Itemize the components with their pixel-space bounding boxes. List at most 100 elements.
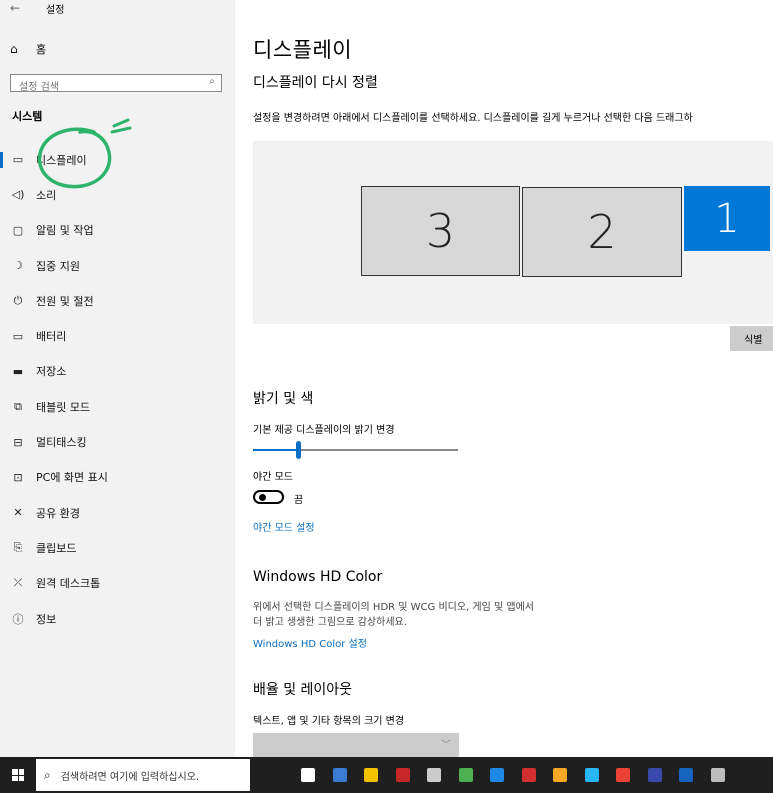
monitor-2[interactable]: 2 (522, 187, 682, 277)
rearrange-description: 설정을 변경하려면 아래에서 디스플레이를 선택하세요. 디스플레이를 길게 누… (253, 113, 693, 124)
home-icon: ⌂ (10, 42, 18, 56)
power-icon: ⏻ (13, 293, 23, 307)
sidebar-item-battery[interactable]: ▭ 배터리 (0, 318, 235, 353)
page-title: 디스플레이 (253, 38, 353, 62)
utorrent-icon[interactable] (454, 763, 478, 787)
brightness-slider-thumb[interactable] (296, 441, 301, 459)
pinned-app-red-icon-glyph (395, 768, 410, 782)
tablet-icon: ⧉ (14, 399, 22, 413)
info-icon: ⓘ (12, 612, 24, 626)
pinned-app-flag-icon-glyph (521, 768, 536, 782)
hd-color-settings-link[interactable]: Windows HD Color 설정 (253, 635, 367, 650)
settings-search-input[interactable] (11, 79, 205, 96)
command-prompt-icon-glyph (427, 768, 441, 782)
moon-icon: ☽ (13, 259, 23, 273)
media-player-icon[interactable] (548, 763, 572, 787)
media-player-icon-glyph (553, 768, 567, 782)
windows-logo-icon (12, 769, 24, 781)
pinned-app-flag-icon[interactable] (517, 763, 541, 787)
sidebar-item-label: 전원 및 절전 (36, 294, 94, 308)
sidebar-item-label: 클립보드 (36, 541, 77, 555)
night-mode-toggle[interactable] (253, 490, 284, 504)
project-icon: ⊡ (13, 470, 23, 484)
brightness-label: 기본 제공 디스플레이의 밝기 변경 (253, 425, 395, 436)
sidebar-item-label: 알림 및 작업 (36, 224, 94, 238)
shared-experiences-icon: ✕ (13, 506, 23, 520)
battery-icon: ▭ (12, 329, 24, 343)
sidebar-item-label: 원격 데스크톱 (36, 577, 101, 591)
scale-dropdown[interactable]: ﹀ (253, 733, 459, 757)
pinned-app-red-icon[interactable] (391, 763, 415, 787)
monitor-arrangement-area[interactable]: 3 2 1 (253, 141, 773, 324)
chrome-icon[interactable] (611, 763, 635, 787)
taskbar: ⌕ 검색하려면 여기에 입력하십시오. (0, 757, 773, 793)
hd-color-desc-line-1: 위에서 선택한 디스플레이의 HDR 및 WCG 비디오, 게임 및 앱에서 (253, 602, 534, 613)
clipboard-icon: ⎘ (13, 540, 23, 554)
highlight-circle-annotation (37, 118, 132, 189)
sidebar-item-label: 정보 (36, 612, 57, 626)
search-icon: ⌕ (209, 76, 215, 87)
sidebar-nav: ▭ 디스플레이 ◁) 소리 ▢ 알림 및 작업 ☽ 집중 지원 ⏻ 전원 및 절… (0, 142, 235, 636)
sidebar-item-power[interactable]: ⏻ 전원 및 절전 (0, 283, 235, 318)
sidebar-item-remote-desktop[interactable]: ⤫ 원격 데스크톱 (0, 566, 235, 601)
sidebar-item-label: 공유 환경 (36, 506, 80, 520)
sidebar-item-about[interactable]: ⓘ 정보 (0, 601, 235, 636)
night-mode-state: 끔 (294, 495, 304, 506)
sidebar-item-notifications[interactable]: ▢ 알림 및 작업 (0, 213, 235, 248)
settings-window-icon[interactable] (674, 763, 698, 787)
sidebar-item-label: 저장소 (36, 365, 67, 379)
back-arrow-icon[interactable]: ← (10, 1, 20, 15)
sidebar-item-label: 배터리 (36, 330, 67, 344)
sidebar-item-label: 집중 지원 (36, 259, 80, 273)
calculator-icon[interactable] (328, 763, 352, 787)
window-title: 설정 (46, 5, 65, 16)
settings-app-icon[interactable] (580, 763, 604, 787)
hd-color-title: Windows HD Color (253, 569, 383, 585)
sidebar-item-focus-assist[interactable]: ☽ 집중 지원 (0, 248, 235, 283)
taskbar-search-placeholder: 검색하려면 여기에 입력하십시오. (60, 771, 200, 783)
settings-window-icon-glyph (679, 768, 693, 782)
monitor-3[interactable]: 3 (361, 186, 520, 276)
sidebar-item-tablet-mode[interactable]: ⧉ 태블릿 모드 (0, 389, 235, 424)
file-explorer-icon[interactable] (359, 763, 383, 787)
monitor-1[interactable]: 1 (684, 186, 770, 251)
sidebar-item-label: PC에 화면 표시 (36, 471, 108, 485)
chevron-down-icon: ﹀ (441, 740, 451, 751)
sidebar-item-project[interactable]: ⊡ PC에 화면 표시 (0, 460, 235, 495)
brightness-section-title: 밝기 및 색 (253, 391, 314, 407)
sidebar-item-label: 태블릿 모드 (36, 400, 91, 414)
command-prompt-icon[interactable] (422, 763, 446, 787)
user-avatar-icon-glyph (710, 768, 725, 782)
scale-label: 텍스트, 앱 및 기타 항목의 크기 변경 (253, 716, 405, 727)
speaker-icon: ◁) (11, 188, 25, 202)
photos-app-icon-glyph (490, 768, 504, 782)
brightness-slider-fill (253, 449, 298, 451)
home-link[interactable]: ⌂ 홈 (10, 39, 225, 59)
start-button[interactable] (0, 757, 36, 793)
sidebar-item-label: 멀티태스킹 (36, 436, 87, 450)
night-mode-settings-link[interactable]: 야간 모드 설정 (253, 519, 315, 534)
sidebar-item-multitasking[interactable]: ⊟ 멀티태스킹 (0, 424, 235, 459)
search-icon: ⌕ (44, 767, 51, 782)
multitasking-icon: ⊟ (13, 435, 23, 449)
rearrange-title: 디스플레이 다시 정렬 (253, 75, 378, 91)
taskbar-search-box[interactable]: ⌕ 검색하려면 여기에 입력하십시오. (36, 759, 250, 791)
toggle-knob (259, 494, 266, 501)
task-view-icon[interactable] (296, 763, 320, 787)
sidebar-item-shared-experiences[interactable]: ✕ 공유 환경 (0, 495, 235, 530)
monitor-icon: ▭ (12, 153, 24, 167)
sidebar: ← 설정 ⌂ 홈 ⌕ 시스템 ▭ 디스플레이 ◁) 소리 ▢ 알림 및 작업 ☽… (0, 0, 235, 757)
storage-icon: ▬ (12, 364, 24, 378)
night-mode-label: 야간 모드 (253, 472, 293, 483)
photos-app-icon[interactable] (485, 763, 509, 787)
notification-icon: ▢ (12, 223, 24, 237)
task-view-icon-glyph (301, 768, 315, 782)
dev-app-icon[interactable] (643, 763, 667, 787)
user-avatar-icon[interactable] (706, 763, 730, 787)
file-explorer-icon-glyph (364, 768, 378, 782)
identify-button[interactable]: 식별 (730, 326, 773, 351)
settings-search-box[interactable]: ⌕ (10, 74, 222, 96)
sidebar-item-storage[interactable]: ▬ 저장소 (0, 354, 235, 389)
sidebar-item-clipboard[interactable]: ⎘ 클립보드 (0, 530, 235, 565)
main-content: 디스플레이 디스플레이 다시 정렬 설정을 변경하려면 아래에서 디스플레이를 … (235, 0, 773, 757)
